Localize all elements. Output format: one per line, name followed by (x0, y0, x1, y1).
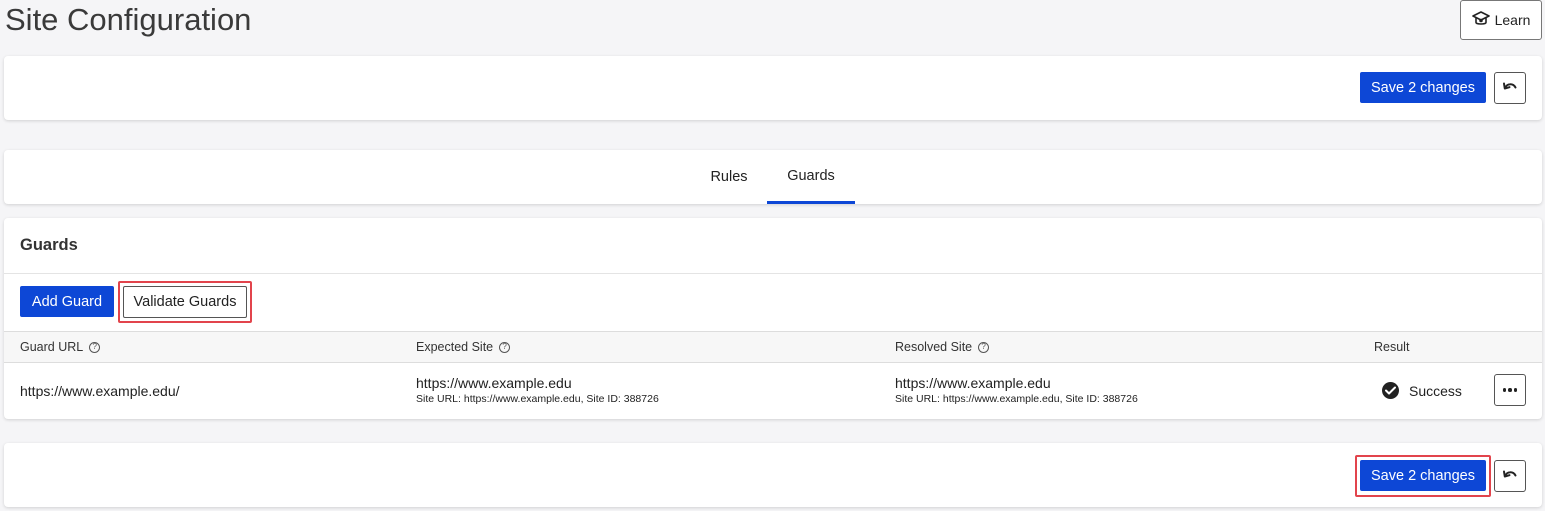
guards-heading: Guards (20, 236, 78, 254)
column-result-label: Result (1374, 340, 1410, 354)
expected-site-detail: Site URL: https://www.example.edu, Site … (416, 393, 659, 405)
top-save-bar: Save 2 changes (4, 56, 1542, 120)
column-expected-site: Expected Site ? (416, 340, 511, 354)
undo-button[interactable] (1494, 72, 1526, 104)
column-resolved-site-label: Resolved Site (895, 340, 973, 354)
bottom-save-bar: Save 2 changes (4, 443, 1542, 507)
undo-button[interactable] (1494, 460, 1526, 492)
row-more-button[interactable] (1494, 374, 1526, 406)
more-icon-dot (1508, 388, 1512, 392)
tab-guards[interactable]: Guards (767, 150, 855, 204)
result-label: Success (1409, 382, 1462, 399)
help-icon[interactable]: ? (499, 341, 511, 353)
more-icon-dot (1513, 388, 1518, 392)
check-circle-icon (1382, 382, 1399, 399)
expected-site-cell: https://www.example.edu (416, 375, 572, 391)
column-expected-site-label: Expected Site (416, 340, 494, 354)
guard-url-cell: https://www.example.edu/ (20, 383, 180, 399)
learn-button[interactable]: Learn (1460, 0, 1542, 40)
result-status: Success (1382, 382, 1462, 399)
graduation-cap-icon (1471, 10, 1490, 30)
undo-icon (1502, 468, 1518, 485)
table-header: Guard URL ? Expected Site ? Resolved Sit… (4, 331, 1542, 363)
guards-panel: Guards Add Guard Validate Guards Guard U… (4, 218, 1542, 419)
tab-bar: Rules Guards (4, 150, 1542, 204)
save-changes-button[interactable]: Save 2 changes (1360, 72, 1486, 103)
column-guard-url: Guard URL ? (20, 340, 101, 354)
resolved-site-detail: Site URL: https://www.example.edu, Site … (895, 393, 1138, 405)
validate-guards-button[interactable]: Validate Guards (123, 286, 247, 318)
page-title: Site Configuration (5, 2, 252, 37)
more-icon (1502, 388, 1507, 392)
learn-button-label: Learn (1494, 12, 1531, 28)
column-result: Result (1374, 340, 1409, 354)
help-icon[interactable]: ? (978, 341, 990, 353)
help-icon[interactable]: ? (89, 341, 101, 353)
resolved-site-cell: https://www.example.edu (895, 375, 1051, 391)
column-guard-url-label: Guard URL (20, 340, 84, 354)
column-resolved-site: Resolved Site ? (895, 340, 990, 354)
tab-rules[interactable]: Rules (694, 150, 764, 204)
divider (4, 273, 1542, 274)
save-changes-button[interactable]: Save 2 changes (1360, 460, 1486, 491)
undo-icon (1502, 80, 1518, 97)
add-guard-button[interactable]: Add Guard (20, 286, 114, 317)
